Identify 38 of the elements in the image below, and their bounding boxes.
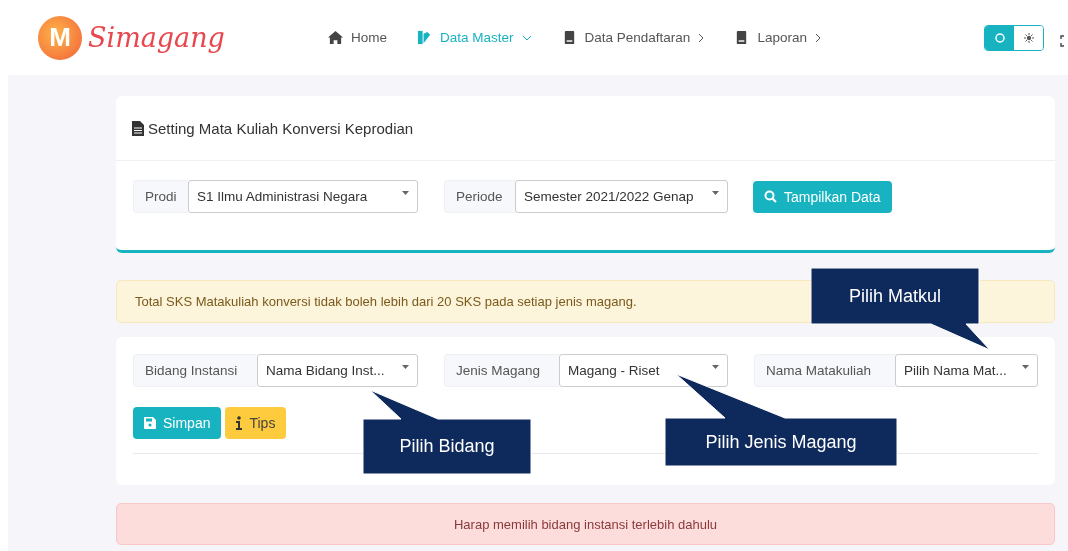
logo-text: Simagang (88, 22, 225, 53)
tips-button[interactable]: Tips (225, 407, 287, 439)
dropdown-arrow-icon (1022, 365, 1029, 369)
field-label: Jenis Magang (444, 354, 559, 387)
dropdown-arrow-icon (402, 191, 409, 195)
select-field[interactable]: Nama Bidang Inst... (257, 354, 418, 387)
select-field[interactable]: Pilih Nama Mat... (895, 354, 1038, 387)
field-label: Periode (444, 180, 515, 213)
dropdown-arrow-icon (712, 191, 719, 195)
dropdown-arrow-icon (402, 365, 409, 369)
field-label: Nama Matakuliah (754, 354, 895, 387)
home-icon (328, 30, 343, 45)
chevron-right-icon (814, 32, 821, 43)
select-field[interactable]: S1 Ilmu Administrasi Negara (188, 180, 418, 213)
dropdown-arrow-icon (712, 365, 719, 369)
select-field[interactable]: Semester 2021/2022 Genap (515, 180, 728, 213)
nav-item[interactable]: Laporan (734, 30, 821, 45)
info-icon (236, 416, 243, 430)
callout-text: Pilih Jenis Magang (705, 431, 857, 453)
nav-item[interactable]: Data Pendaftaran (561, 30, 705, 45)
callout-text: Pilih Matkul (849, 285, 941, 307)
chevron-down-icon (521, 34, 532, 41)
logo-mark: M (38, 15, 82, 60)
fullscreen-icon[interactable] (1060, 35, 1064, 47)
chevron-right-icon (698, 32, 705, 43)
select-field[interactable]: Magang - Riset (559, 354, 728, 387)
sun-icon (1023, 32, 1034, 43)
search-icon (764, 190, 777, 203)
nav-item[interactable]: Home (328, 30, 387, 45)
error-text: Harap memilih bidang instansi terlebih dahulu (453, 516, 717, 532)
field-label: Prodi (133, 180, 188, 213)
field-label: Bidang Instansi (133, 354, 257, 387)
warning-text: Total SKS Matakuliah konversi tidak boleh lebih dari 20 SKS pada setiap jenis magang. (135, 294, 637, 309)
swatch-icon (417, 30, 432, 45)
callout-text: Pilih Bidang (399, 436, 495, 457)
document-icon (132, 120, 144, 136)
dark-mode-toggle[interactable] (985, 25, 1014, 50)
card-title: Setting Mata Kuliah Konversi Keprodian (148, 119, 414, 137)
